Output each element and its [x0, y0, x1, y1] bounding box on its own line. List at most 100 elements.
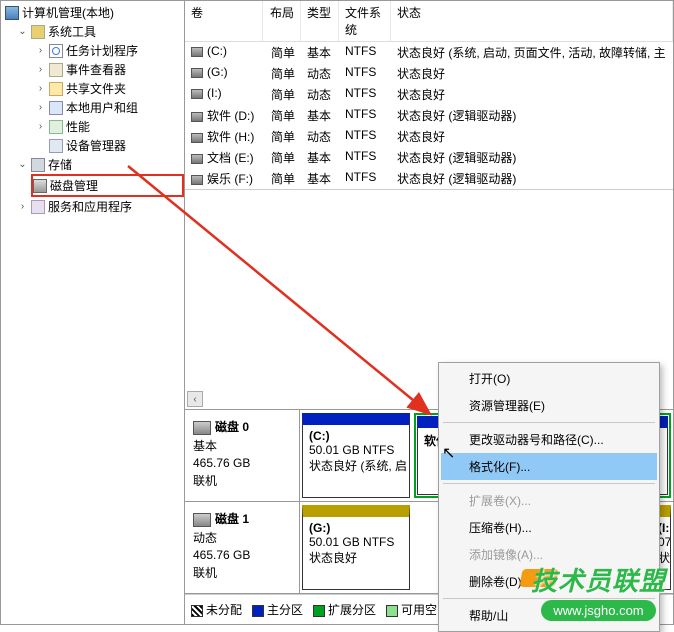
- disk-icon: [193, 421, 211, 435]
- tree-label: 系统工具: [48, 23, 96, 40]
- blank-icon: [35, 140, 46, 151]
- tree-system-tools[interactable]: ⌄ 系统工具: [1, 22, 184, 41]
- users-icon: [49, 101, 63, 115]
- chevron-right-icon[interactable]: ›: [17, 201, 28, 212]
- menu-extend: 扩展卷(X)...: [441, 487, 657, 514]
- chevron-down-icon[interactable]: ⌄: [17, 26, 28, 37]
- disk-icon: [193, 513, 211, 527]
- disk0-type: 基本: [193, 437, 293, 454]
- partition-c-name: (C:): [309, 429, 403, 443]
- performance-icon: [49, 120, 63, 134]
- volume-icon: [191, 47, 203, 57]
- tree-root[interactable]: 计算机管理(本地): [1, 3, 184, 22]
- col-filesystem[interactable]: 文件系统: [339, 1, 391, 41]
- tree-label: 本地用户和组: [66, 99, 138, 116]
- tree-label: 任务计划程序: [66, 42, 138, 59]
- volume-table: 卷 布局 类型 文件系统 状态 (C:)简单基本NTFS状态良好 (系统, 启动…: [185, 1, 673, 190]
- volume-row[interactable]: 软件 (H:)简单动态NTFS状态良好: [185, 126, 673, 147]
- tree-performance[interactable]: › 性能: [1, 117, 184, 136]
- service-icon: [31, 200, 45, 214]
- disk0-label[interactable]: 磁盘 0 基本 465.76 GB 联机: [185, 410, 300, 501]
- volume-row[interactable]: 软件 (D:)简单基本NTFS状态良好 (逻辑驱动器): [185, 105, 673, 126]
- volume-row[interactable]: (I:)简单动态NTFS状态良好: [185, 84, 673, 105]
- tree-label: 事件查看器: [66, 61, 126, 78]
- col-status[interactable]: 状态: [391, 1, 673, 41]
- disk0-status: 联机: [193, 472, 293, 489]
- partition-g-status: 状态良好: [309, 549, 403, 566]
- volume-icon: [191, 68, 203, 78]
- volume-row[interactable]: (C:)简单基本NTFS状态良好 (系统, 启动, 页面文件, 活动, 故障转储…: [185, 42, 673, 63]
- tree-label: 设备管理器: [66, 137, 126, 154]
- col-type[interactable]: 类型: [301, 1, 339, 41]
- chevron-right-icon[interactable]: ›: [35, 64, 46, 75]
- chevron-right-icon[interactable]: ›: [35, 83, 46, 94]
- watermark-title: 技术员联盟: [531, 561, 666, 598]
- partition-g-size: 50.01 GB NTFS: [309, 535, 403, 549]
- disk1-type: 动态: [193, 529, 293, 546]
- disk1-status: 联机: [193, 564, 293, 581]
- col-layout[interactable]: 布局: [263, 1, 301, 41]
- volume-icon: [191, 89, 203, 99]
- tree-root-label: 计算机管理(本地): [22, 4, 114, 21]
- tree-label: 共享文件夹: [66, 80, 126, 97]
- menu-format[interactable]: 格式化(F)...: [441, 453, 657, 480]
- tree-storage[interactable]: ⌄ 存储: [1, 155, 184, 174]
- swatch-unallocated: [191, 605, 203, 617]
- partition-c[interactable]: (C:) 50.01 GB NTFS 状态良好 (系统, 启: [302, 413, 410, 498]
- tree-services[interactable]: › 服务和应用程序: [1, 197, 184, 216]
- chevron-right-icon[interactable]: ›: [35, 102, 46, 113]
- chevron-right-icon[interactable]: ›: [35, 121, 46, 132]
- volume-row[interactable]: 娱乐 (F:)简单基本NTFS状态良好 (逻辑驱动器): [185, 168, 673, 189]
- tools-icon: [31, 25, 45, 39]
- event-icon: [49, 63, 63, 77]
- tree-task-scheduler[interactable]: › 任务计划程序: [1, 41, 184, 60]
- clock-icon: [49, 44, 63, 58]
- tree-shared-folders[interactable]: › 共享文件夹: [1, 79, 184, 98]
- menu-explorer[interactable]: 资源管理器(E): [441, 392, 657, 419]
- disk1-name: 磁盘 1: [215, 512, 249, 526]
- col-volume[interactable]: 卷: [185, 1, 263, 41]
- disk-icon: [33, 179, 47, 193]
- partition-c-size: 50.01 GB NTFS: [309, 443, 403, 457]
- menu-shrink[interactable]: 压缩卷(H)...: [441, 514, 657, 541]
- swatch-free: [386, 605, 398, 617]
- folder-icon: [49, 82, 63, 96]
- menu-change-letter[interactable]: 更改驱动器号和路径(C)...: [441, 426, 657, 453]
- device-icon: [49, 139, 63, 153]
- tree-label: 服务和应用程序: [48, 198, 132, 215]
- tree-local-users[interactable]: › 本地用户和组: [1, 98, 184, 117]
- menu-separator: [443, 483, 655, 484]
- volume-header: 卷 布局 类型 文件系统 状态: [185, 1, 673, 42]
- watermark: 技术员联盟 www.jsgho.com: [531, 561, 666, 621]
- tree-label: 磁盘管理: [50, 177, 98, 194]
- disk0-size: 465.76 GB: [193, 456, 293, 470]
- volume-icon: [191, 112, 203, 122]
- swatch-extended: [313, 605, 325, 617]
- legend-primary: 主分区: [252, 601, 303, 618]
- watermark-url: www.jsgho.com: [541, 600, 655, 621]
- disk0-name: 磁盘 0: [215, 420, 249, 434]
- tree-disk-management[interactable]: 磁盘管理: [31, 174, 184, 197]
- tree-label: 性能: [66, 118, 90, 135]
- menu-separator: [443, 422, 655, 423]
- volume-icon: [191, 154, 203, 164]
- volume-row[interactable]: 文档 (E:)简单基本NTFS状态良好 (逻辑驱动器): [185, 147, 673, 168]
- partition-g-name: (G:): [309, 521, 403, 535]
- partition-c-status: 状态良好 (系统, 启: [309, 457, 403, 474]
- storage-icon: [31, 158, 45, 172]
- scroll-left-button[interactable]: ‹: [187, 391, 203, 407]
- disk1-label[interactable]: 磁盘 1 动态 465.76 GB 联机: [185, 502, 300, 593]
- partition-g[interactable]: (G:) 50.01 GB NTFS 状态良好: [302, 505, 410, 590]
- nav-tree: 计算机管理(本地) ⌄ 系统工具 › 任务计划程序 › 事件查看器 › 共享文件…: [1, 1, 185, 624]
- computer-icon: [5, 6, 19, 20]
- legend-extended: 扩展分区: [313, 601, 376, 618]
- chevron-down-icon[interactable]: ⌄: [17, 159, 28, 170]
- disk1-size: 465.76 GB: [193, 548, 293, 562]
- swatch-primary: [252, 605, 264, 617]
- legend-free: 可用空: [386, 601, 437, 618]
- volume-row[interactable]: (G:)简单动态NTFS状态良好: [185, 63, 673, 84]
- tree-event-viewer[interactable]: › 事件查看器: [1, 60, 184, 79]
- menu-open[interactable]: 打开(O): [441, 365, 657, 392]
- chevron-right-icon[interactable]: ›: [35, 45, 46, 56]
- tree-device-manager[interactable]: 设备管理器: [1, 136, 184, 155]
